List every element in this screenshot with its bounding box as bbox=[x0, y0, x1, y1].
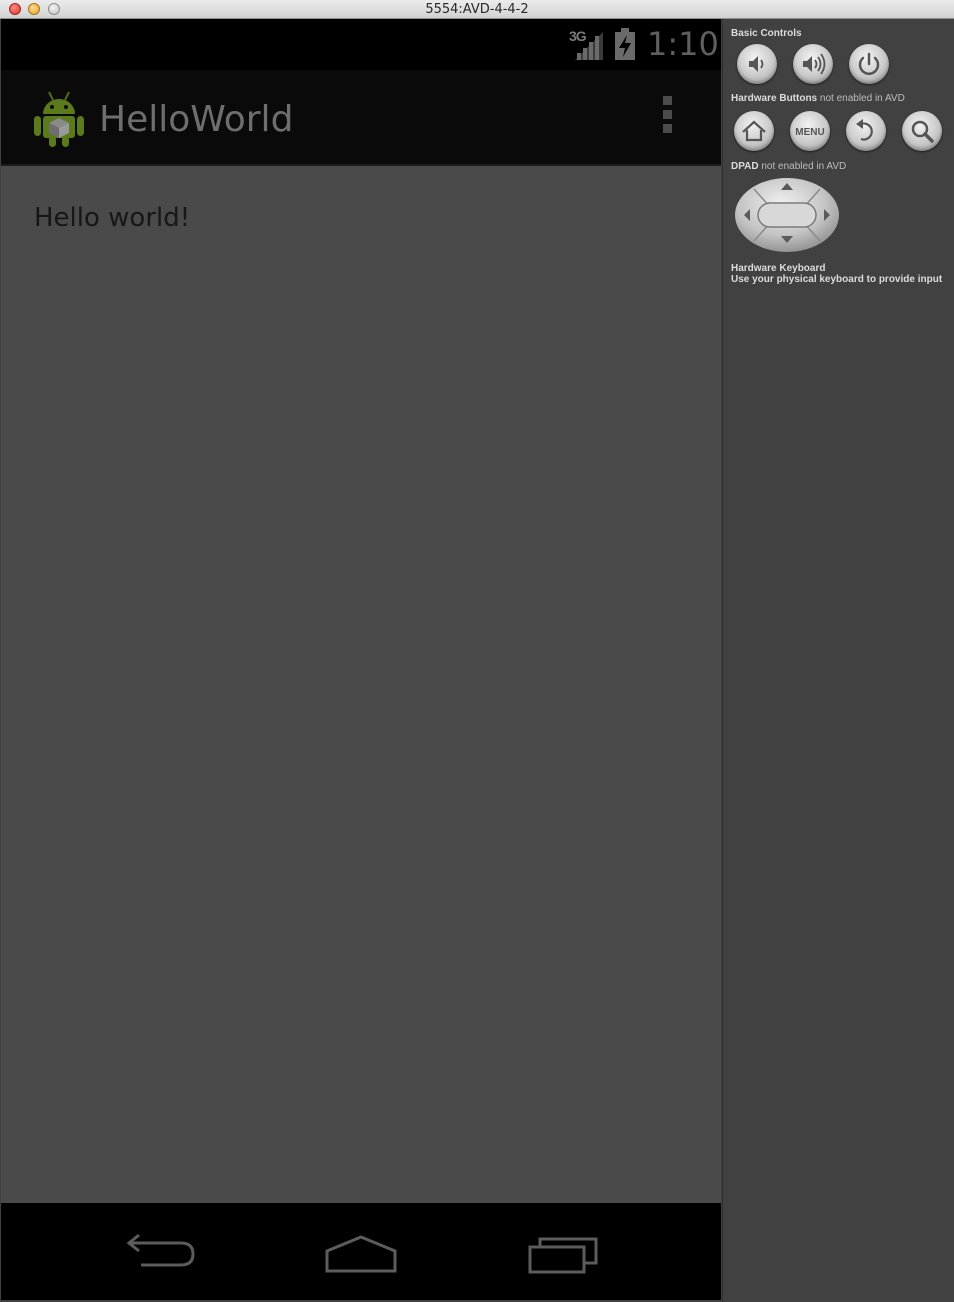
volume-down-button[interactable] bbox=[737, 44, 777, 84]
nav-back-icon[interactable] bbox=[111, 1221, 211, 1281]
volume-down-icon bbox=[749, 56, 764, 72]
window-titlebar: 5554:AVD-4-4-2 bbox=[0, 0, 954, 19]
app-title: HelloWorld bbox=[99, 99, 294, 140]
search-button[interactable] bbox=[902, 111, 942, 151]
dpad-note: not enabled in AVD bbox=[761, 161, 847, 172]
dpad-control[interactable] bbox=[734, 177, 840, 253]
signal-icon bbox=[575, 32, 603, 60]
emulator-controls-panel: Basic Controls Hardware Buttons not enab… bbox=[722, 19, 954, 1302]
volume-up-icon bbox=[803, 53, 826, 75]
hardware-keyboard-note: Use your physical keyboard to provide in… bbox=[731, 274, 943, 285]
nav-home-icon[interactable] bbox=[311, 1221, 411, 1281]
search-icon bbox=[911, 120, 934, 143]
window-title: 5554:AVD-4-4-2 bbox=[425, 2, 529, 17]
back-icon bbox=[856, 119, 873, 141]
power-icon bbox=[858, 52, 880, 75]
main-content: Hello world! bbox=[1, 166, 721, 1203]
dpad-title: DPAD bbox=[731, 161, 759, 172]
menu-button-label: MENU bbox=[795, 127, 824, 138]
action-bar: HelloWorld bbox=[1, 70, 721, 166]
menu-icon: MENU bbox=[795, 127, 824, 138]
home-button[interactable] bbox=[734, 111, 774, 151]
hardware-buttons-label: Hardware Buttons not enabled in AVD bbox=[731, 93, 905, 104]
overflow-menu-icon[interactable] bbox=[655, 96, 679, 140]
dpad-label: DPAD not enabled in AVD bbox=[731, 161, 846, 172]
menu-button[interactable]: MENU bbox=[790, 111, 830, 151]
status-bar: 3G 1:10 bbox=[1, 19, 721, 70]
hardware-buttons-title: Hardware Buttons bbox=[731, 93, 818, 104]
basic-controls-label: Basic Controls bbox=[731, 28, 802, 39]
volume-up-button[interactable] bbox=[793, 44, 833, 84]
back-button[interactable] bbox=[846, 111, 886, 151]
navigation-bar bbox=[1, 1203, 721, 1300]
nav-recent-apps-icon[interactable] bbox=[514, 1221, 614, 1281]
battery-charging-icon bbox=[615, 28, 635, 60]
status-clock: 1:10 bbox=[647, 25, 719, 63]
hardware-keyboard-label: Hardware Keyboard bbox=[731, 263, 826, 274]
emulator-screen[interactable]: 3G 1:10 HelloWorld Hello world! bbox=[1, 19, 721, 1300]
android-robot-icon[interactable] bbox=[31, 88, 87, 148]
home-icon bbox=[742, 120, 766, 142]
power-button[interactable] bbox=[849, 44, 889, 84]
hardware-buttons-note: not enabled in AVD bbox=[819, 93, 905, 104]
hello-text: Hello world! bbox=[34, 203, 191, 233]
